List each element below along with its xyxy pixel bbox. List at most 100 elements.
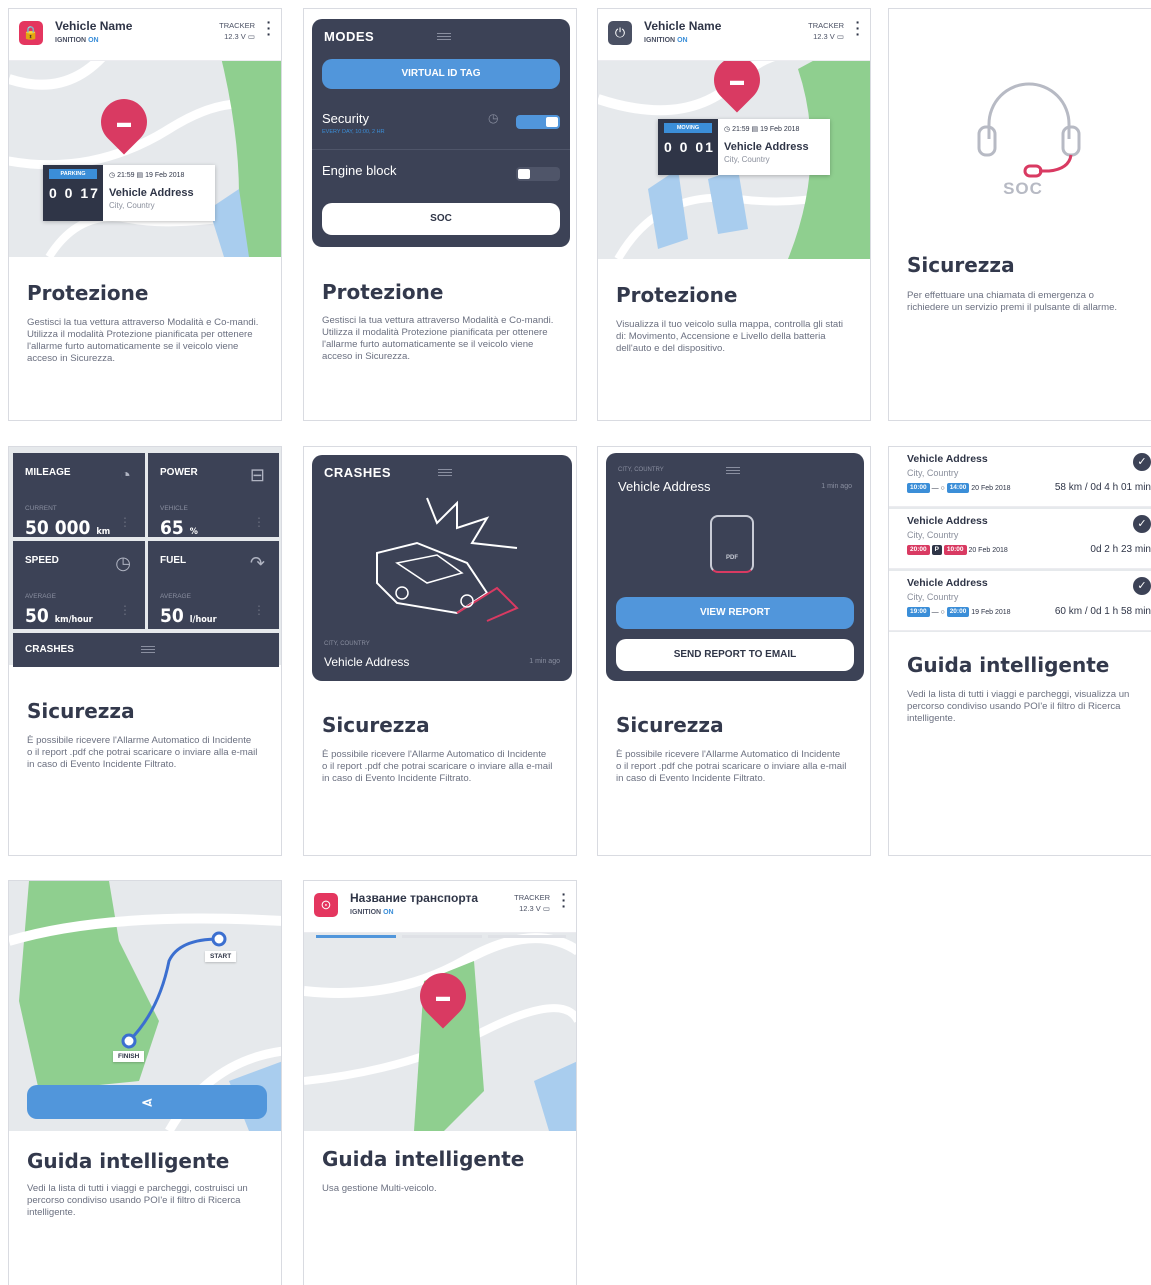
kebab-icon[interactable]: ⋮ bbox=[253, 603, 265, 617]
ignition-label: IGNITION bbox=[55, 37, 87, 44]
trip-row[interactable]: Vehicle Address City, Country 19:00 — ○ … bbox=[889, 571, 1151, 631]
engine-block-toggle[interactable] bbox=[516, 167, 560, 181]
check-icon[interactable]: ✓ bbox=[1133, 577, 1151, 595]
vehicle-name: Vehicle Name bbox=[55, 19, 133, 33]
report-address: Vehicle Address bbox=[618, 479, 711, 494]
more-menu-icon[interactable]: · · · bbox=[266, 15, 272, 41]
trip-row[interactable]: Vehicle Address City, Country 10:00 — ○ … bbox=[889, 447, 1151, 507]
security-label: Security bbox=[322, 111, 369, 126]
date-text: 19 Feb 2018 bbox=[145, 172, 185, 179]
menu-icon[interactable] bbox=[438, 469, 452, 476]
value-unit: % bbox=[189, 527, 198, 537]
vehicle-city: City, Country bbox=[724, 155, 770, 164]
vehicle-name: Vehicle Name bbox=[644, 19, 722, 33]
value-unit: km/hour bbox=[54, 615, 93, 625]
value-unit: l/hour bbox=[189, 615, 217, 625]
crashes-panel: CRASHES CITY, COUNTRY Vehicle Address 1 … bbox=[312, 455, 572, 681]
feature-description: Visualizza il tuo veicolo sulla mappa, c… bbox=[616, 319, 843, 354]
screen-guida-route: START FINISH ⋖ Guida intelligente Vedi l… bbox=[8, 880, 282, 1285]
modes-panel: MODES VIRTUAL ID TAG Security EVERY DAY,… bbox=[312, 19, 570, 247]
crash-city: CITY, COUNTRY bbox=[324, 641, 370, 647]
voltage: 12.3 V bbox=[224, 32, 246, 41]
trip-address: Vehicle Address bbox=[907, 453, 988, 465]
tracker-label: TRACKER bbox=[219, 21, 255, 30]
engine-block-label: Engine block bbox=[322, 163, 397, 178]
check-icon[interactable]: ✓ bbox=[1133, 453, 1151, 471]
virtual-id-tag-button[interactable]: VIRTUAL ID TAG bbox=[322, 59, 560, 89]
feature-title: Sicurezza bbox=[322, 713, 430, 737]
kebab-icon[interactable]: ⋮ bbox=[119, 603, 131, 617]
check-icon[interactable]: ✓ bbox=[1133, 515, 1151, 533]
tile-value: 50 000 km bbox=[25, 517, 110, 539]
fuel-nozzle-icon: ↷ bbox=[249, 553, 265, 573]
duration-counter: 0 0 01 bbox=[664, 139, 715, 155]
start-time: 10:00 bbox=[907, 483, 930, 493]
car-crash-illustration bbox=[376, 497, 519, 622]
vehicle-info-card[interactable]: PARKING 0 0 17 ◷ 21:59 ▤ 19 Feb 2018 Veh… bbox=[43, 165, 215, 221]
ignition-status: IGNITION ON bbox=[350, 909, 394, 916]
tile-subtitle: AVERAGE bbox=[160, 593, 191, 600]
voltage: 12.3 V bbox=[519, 904, 541, 913]
car-icon: ▬ bbox=[117, 114, 131, 130]
fuel-tile[interactable]: FUEL ↷ AVERAGE 50 l/hour ⋮ bbox=[148, 541, 279, 629]
feature-description: Vedi la lista di tutti i viaggi e parche… bbox=[27, 1183, 248, 1218]
value-unit: km bbox=[96, 527, 111, 537]
view-report-button[interactable]: VIEW REPORT bbox=[616, 597, 854, 629]
screen-guida-multivehicle: ▬ ⊙ Название транспорта IGNITION ON TRAC… bbox=[303, 880, 577, 1285]
value-text: 50 bbox=[25, 605, 49, 627]
vehicle-info-card[interactable]: MOVING 0 0 01 ◷ 21:59 ▤ 19 Feb 2018 Vehi… bbox=[658, 119, 830, 175]
route-finish-label: FINISH bbox=[113, 1051, 145, 1062]
tracker-status: TRACKER 12.3 V ▭ bbox=[514, 892, 550, 914]
app-header: 🔒 Vehicle Name IGNITION ON TRACKER 12.3 V… bbox=[9, 9, 281, 61]
parking-badge: P bbox=[931, 545, 942, 555]
vehicle-carousel-indicator[interactable] bbox=[316, 935, 566, 938]
alert-icon[interactable]: ⊙ bbox=[314, 893, 338, 917]
tracker-label: TRACKER bbox=[514, 893, 550, 902]
feature-title: Sicurezza bbox=[616, 713, 724, 737]
trip-summary: 58 km / 0d 4 h 01 min bbox=[1054, 482, 1151, 493]
screen-guida-trips: Vehicle Address City, Country 10:00 — ○ … bbox=[888, 446, 1151, 856]
crashes-bar[interactable]: CRASHES bbox=[13, 633, 279, 667]
voltage: 12.3 V bbox=[813, 32, 835, 41]
power-tile[interactable]: POWER ⊟ VEHICLE 65 % ⋮ bbox=[148, 453, 279, 539]
trip-row[interactable]: Vehicle Address City, Country 20:00 P 10… bbox=[889, 509, 1151, 569]
menu-icon[interactable] bbox=[726, 467, 740, 474]
duration-counter: 0 0 17 bbox=[49, 185, 100, 201]
more-menu-icon[interactable]: · · · bbox=[855, 15, 861, 41]
screen-sicurezza-dashboard: MILEAGE ◔ CURRENT 50 000 km ⋮ POWER ⊟ VE… bbox=[8, 446, 282, 856]
trip-city: City, Country bbox=[907, 530, 959, 540]
ignition-state: ON bbox=[383, 909, 394, 916]
vehicle-name: Название транспорта bbox=[350, 891, 479, 905]
security-toggle[interactable] bbox=[516, 115, 560, 129]
speed-tile[interactable]: SPEED ◷ AVERAGE 50 km/hour ⋮ bbox=[13, 541, 145, 629]
value-text: 50 bbox=[160, 605, 184, 627]
kebab-icon[interactable]: ⋮ bbox=[119, 515, 131, 529]
screen-sicurezza-soc: SOC Sicurezza Per effettuare una chiamat… bbox=[888, 8, 1151, 421]
feature-title: Protezione bbox=[27, 281, 149, 305]
menu-icon[interactable] bbox=[437, 33, 451, 40]
trip-summary: 0d 2 h 23 min bbox=[1090, 544, 1151, 555]
indicator-inactive bbox=[402, 935, 482, 938]
pdf-file-icon[interactable]: PDF bbox=[710, 515, 754, 573]
menu-icon[interactable] bbox=[141, 646, 155, 653]
trip-date: 19 Feb 2018 bbox=[971, 608, 1011, 616]
feature-description: È possibile ricevere l'Allarme Automatic… bbox=[616, 749, 847, 784]
end-time: 10:00 bbox=[943, 545, 967, 555]
trip-date: 20 Feb 2018 bbox=[968, 546, 1008, 554]
trip-times: 19:00 — ○ 20:00 19 Feb 2018 bbox=[907, 607, 1011, 617]
lock-icon[interactable]: 🔒 bbox=[19, 21, 43, 45]
trip-times: 10:00 — ○ 14:00 20 Feb 2018 bbox=[907, 483, 1011, 493]
send-report-email-button[interactable]: SEND REPORT TO EMAIL bbox=[616, 639, 854, 671]
power-icon[interactable]: ⏻ bbox=[608, 21, 632, 45]
share-route-button[interactable]: ⋖ bbox=[27, 1085, 267, 1119]
report-city: CITY, COUNTRY bbox=[618, 467, 664, 473]
more-menu-icon[interactable]: · · · bbox=[561, 887, 567, 913]
feature-description: Per effettuare una chiamata di emergenza… bbox=[907, 290, 1118, 313]
trip-city: City, Country bbox=[907, 468, 959, 478]
toggle-knob bbox=[546, 117, 558, 127]
mileage-tile[interactable]: MILEAGE ◔ CURRENT 50 000 km ⋮ bbox=[13, 453, 145, 539]
clock-icon[interactable]: ◷ bbox=[488, 111, 498, 125]
indicator-active bbox=[316, 935, 396, 938]
kebab-icon[interactable]: ⋮ bbox=[253, 515, 265, 529]
soc-button[interactable]: SOC bbox=[322, 203, 560, 235]
